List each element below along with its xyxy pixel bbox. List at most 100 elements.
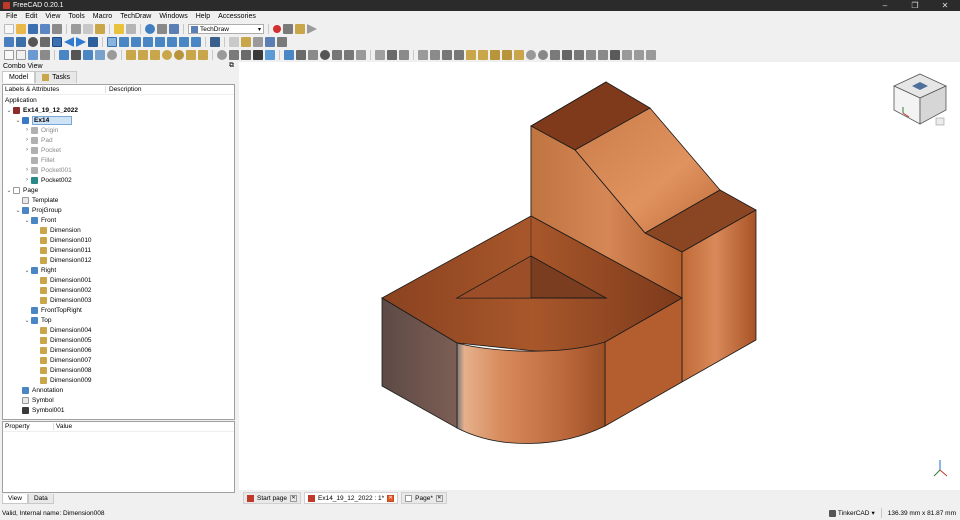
tab-model[interactable]: Model: [2, 71, 36, 83]
group-icon[interactable]: [241, 37, 251, 47]
expand-right-icon[interactable]: ›: [23, 127, 31, 133]
tree-item[interactable]: ⌄ Right: [3, 265, 234, 275]
back-icon[interactable]: [64, 37, 74, 47]
image-icon[interactable]: [265, 50, 275, 60]
tree-item[interactable]: Fillet: [3, 155, 234, 165]
tree-item[interactable]: Dimension004: [3, 325, 234, 335]
doc-tab-ex14[interactable]: Ex14_19_12_2022 : 1* ✕: [304, 492, 399, 504]
refresh-icon[interactable]: [145, 24, 155, 34]
top-view-icon[interactable]: [143, 37, 153, 47]
section-view-icon[interactable]: [95, 50, 105, 60]
menu-file[interactable]: File: [2, 13, 21, 20]
expand-right-icon[interactable]: ›: [23, 137, 31, 143]
macro-record-icon[interactable]: [273, 25, 281, 33]
position-section-icon[interactable]: [574, 50, 584, 60]
fit-selection-icon[interactable]: [16, 37, 26, 47]
measure-distance-icon[interactable]: [210, 37, 220, 47]
radius-dimension-icon[interactable]: [162, 50, 172, 60]
macro-edit-icon[interactable]: [295, 24, 305, 34]
insert-square-icon[interactable]: [634, 50, 644, 60]
circle-centerlines-icon[interactable]: [538, 50, 548, 60]
surface-finish-icon[interactable]: [399, 50, 409, 60]
menu-edit[interactable]: Edit: [21, 13, 41, 20]
tree-item[interactable]: ⌄ Page: [3, 185, 234, 195]
expand-down-icon[interactable]: ⌄: [23, 317, 31, 324]
close-button[interactable]: ✕: [930, 0, 960, 11]
save-icon[interactable]: [28, 24, 38, 34]
diameter-dimension-icon[interactable]: [174, 50, 184, 60]
quadrants-icon[interactable]: [344, 50, 354, 60]
insert-diameter-icon[interactable]: [622, 50, 632, 60]
tree-item[interactable]: Dimension: [3, 225, 234, 235]
stop-icon[interactable]: [157, 24, 167, 34]
detail-view-icon[interactable]: [107, 50, 117, 60]
link-icon[interactable]: [88, 37, 98, 47]
tree-item[interactable]: Symbol: [3, 395, 234, 405]
tree-item[interactable]: › Pocket001: [3, 165, 234, 175]
link-select-icon[interactable]: [277, 37, 287, 47]
tree-item[interactable]: Dimension006: [3, 345, 234, 355]
open-file-icon[interactable]: [16, 24, 26, 34]
link-make-icon[interactable]: [253, 37, 263, 47]
macro-stop-icon[interactable]: [283, 24, 293, 34]
print-icon[interactable]: [52, 24, 62, 34]
doc-tab-page[interactable]: Page* ✕: [401, 492, 447, 504]
page-template-icon[interactable]: [16, 50, 26, 60]
paste-icon[interactable]: [95, 24, 105, 34]
select-line-attributes-icon[interactable]: [610, 50, 620, 60]
float-panel-icon[interactable]: ⧉: [229, 62, 234, 70]
hatch-icon[interactable]: [229, 50, 239, 60]
macro-execute-icon[interactable]: [307, 24, 317, 34]
tree-item[interactable]: › Pocket: [3, 145, 234, 155]
toggle-frames-icon[interactable]: [375, 50, 385, 60]
print-all-icon[interactable]: [40, 50, 50, 60]
tree-item[interactable]: ⌄ Ex14_19_12_2022: [3, 105, 234, 115]
bounding-box-icon[interactable]: [40, 37, 50, 47]
tree-item[interactable]: ⌄ Front: [3, 215, 234, 225]
expand-down-icon[interactable]: ⌄: [23, 267, 31, 274]
export-svg-icon[interactable]: [418, 50, 428, 60]
expand-right-icon[interactable]: ›: [23, 147, 31, 153]
tree-item[interactable]: › Pocket002: [3, 175, 234, 185]
forward-icon[interactable]: [76, 37, 86, 47]
expand-down-icon[interactable]: ⌄: [14, 207, 22, 214]
doc-tab-start-page[interactable]: Start page ✕: [243, 492, 301, 504]
restore-button[interactable]: ❐: [900, 0, 930, 11]
length-dimension-icon[interactable]: [126, 50, 136, 60]
three-point-angle-icon[interactable]: [198, 50, 208, 60]
projection-group-icon[interactable]: [83, 50, 93, 60]
axonometric-icon[interactable]: [119, 37, 129, 47]
copy-icon[interactable]: [83, 24, 93, 34]
property-header-property[interactable]: Property: [3, 423, 53, 430]
close-tab-icon[interactable]: ✕: [290, 494, 297, 502]
workbench-selector[interactable]: TechDraw ▾: [188, 24, 264, 34]
close-tab-icon[interactable]: ✕: [387, 494, 395, 502]
horizontal-dimension-icon[interactable]: [138, 50, 148, 60]
tree-item[interactable]: ⌄ ProjGroup: [3, 205, 234, 215]
tree-item[interactable]: Dimension005: [3, 335, 234, 345]
std-view-icon[interactable]: [52, 37, 62, 47]
menu-view[interactable]: View: [41, 13, 64, 20]
tree-item[interactable]: Dimension003: [3, 295, 234, 305]
property-header-value[interactable]: Value: [53, 423, 72, 430]
undo-icon[interactable]: [114, 24, 124, 34]
arc-length-icon[interactable]: [514, 50, 524, 60]
tree-item[interactable]: Symbol001: [3, 405, 234, 415]
expand-right-icon[interactable]: ›: [23, 167, 31, 173]
right-view-icon[interactable]: [155, 37, 165, 47]
leader-line-icon[interactable]: [296, 50, 306, 60]
expand-down-icon[interactable]: ⌄: [23, 217, 31, 224]
menu-help[interactable]: Help: [192, 13, 214, 20]
annotation-icon[interactable]: [284, 50, 294, 60]
new-file-icon[interactable]: [4, 24, 14, 34]
redo-icon[interactable]: [126, 24, 136, 34]
tree-header-labels[interactable]: Labels & Attributes: [3, 86, 105, 93]
menu-techdraw[interactable]: TechDraw: [116, 13, 155, 20]
geom-hatch-icon[interactable]: [241, 50, 251, 60]
expand-down-icon[interactable]: ⌄: [5, 107, 13, 114]
rear-view-icon[interactable]: [167, 37, 177, 47]
navigation-style-selector[interactable]: TinkerCAD ▾: [828, 509, 875, 517]
save-as-icon[interactable]: [40, 24, 50, 34]
thread-hole-icon[interactable]: [550, 50, 560, 60]
minimize-button[interactable]: –: [870, 0, 900, 11]
